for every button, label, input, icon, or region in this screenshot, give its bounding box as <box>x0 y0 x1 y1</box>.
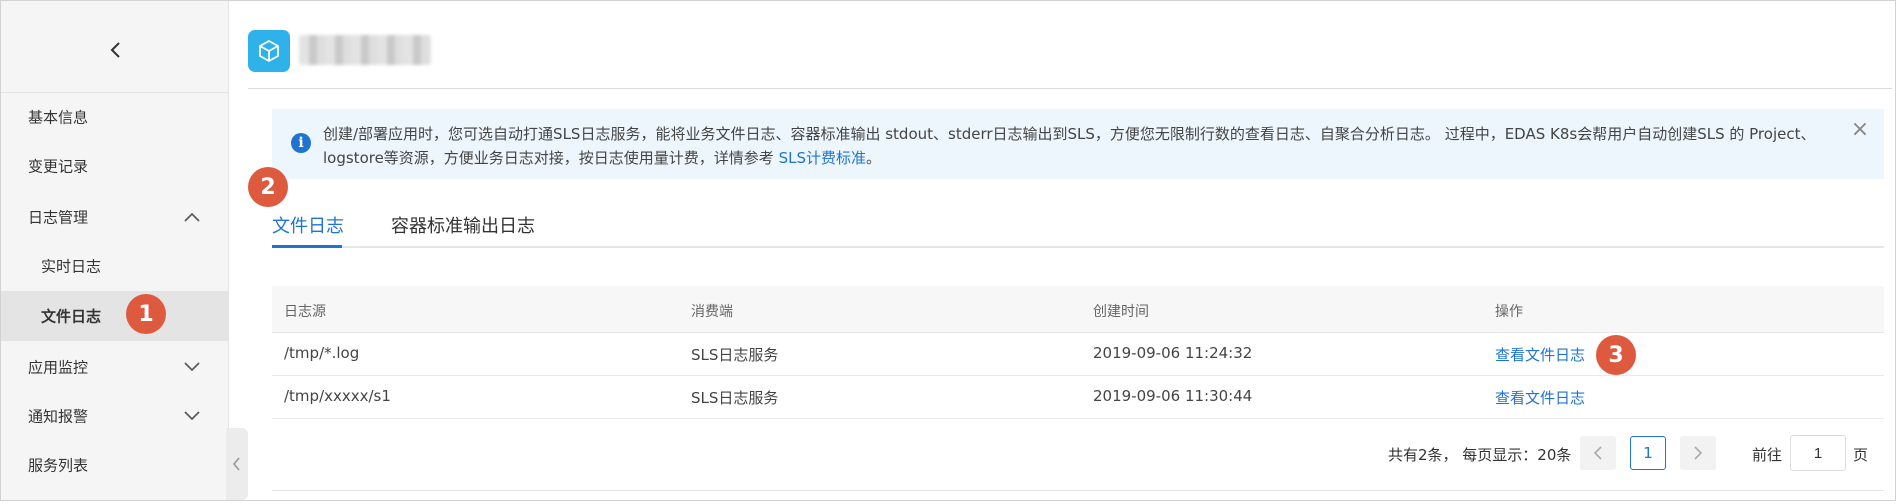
banner-text-body: 创建/部署应用时，您可选自动打通SLS日志服务，能将业务文件日志、容器标准输出 … <box>323 125 1816 167</box>
sidebar-item-label: 服务列表 <box>28 456 89 475</box>
tab-file-log[interactable]: 文件日志 <box>272 212 344 238</box>
sidebar-item-app-monitoring[interactable]: 应用监控 <box>1 342 228 392</box>
close-icon[interactable]: × <box>1850 119 1870 141</box>
sidebar-item-realtime-log[interactable]: 实时日志 <box>1 241 228 291</box>
callout-badge-3: 3 <box>1596 335 1636 375</box>
sidebar-item-label: 变更记录 <box>28 157 89 176</box>
info-icon: i <box>291 133 311 153</box>
chevron-left-icon <box>110 42 120 58</box>
sidebar-item-label: 实时日志 <box>41 257 102 276</box>
table-bottom-divider <box>272 490 1884 491</box>
cell-source: /tmp/*.log <box>284 344 360 362</box>
cell-source: /tmp/xxxxx/s1 <box>284 387 391 405</box>
sidebar-item-change-records[interactable]: 变更记录 <box>1 141 228 191</box>
app-name-redacted <box>299 35 431 65</box>
chevron-left-icon <box>232 457 240 471</box>
tab-bar-divider <box>272 246 1884 248</box>
prev-page-button[interactable] <box>1580 436 1616 470</box>
sidebar-item-file-log[interactable]: 文件日志 <box>1 291 228 341</box>
page-number-current[interactable]: 1 <box>1630 436 1666 470</box>
sidebar-item-label: 应用监控 <box>28 358 89 377</box>
column-header-created-time: 创建时间 <box>1093 304 1149 320</box>
table-header: 日志源 消费端 创建时间 操作 <box>272 286 1884 333</box>
chevron-down-icon <box>184 362 200 372</box>
view-file-log-link[interactable]: 查看文件日志 <box>1495 344 1585 365</box>
chevron-right-icon <box>1694 446 1703 460</box>
chevron-down-icon <box>184 411 200 421</box>
callout-badge-1: 1 <box>126 294 166 334</box>
sidebar-item-alerts[interactable]: 通知报警 <box>1 391 228 441</box>
sidebar-item-label: 日志管理 <box>28 208 89 227</box>
callout-badge-2: 2 <box>248 167 288 207</box>
cell-created-time: 2019-09-06 11:24:32 <box>1093 344 1253 362</box>
cell-consumer: SLS日志服务 <box>691 389 779 407</box>
cell-created-time: 2019-09-06 11:30:44 <box>1093 387 1253 405</box>
sidebar: 基本信息 变更记录 日志管理 实时日志 文件日志 应用监控 通知报警 服务列表 <box>1 1 229 500</box>
sidebar-item-service-list[interactable]: 服务列表 <box>1 440 228 490</box>
view-file-log-link[interactable]: 查看文件日志 <box>1495 387 1585 408</box>
table-row: /tmp/xxxxx/s1 SLS日志服务 2019-09-06 11:30:4… <box>272 376 1884 419</box>
info-banner: i 创建/部署应用时，您可选自动打通SLS日志服务，能将业务文件日志、容器标准输… <box>272 109 1884 179</box>
sidebar-item-label: 文件日志 <box>41 307 102 326</box>
sls-pricing-link[interactable]: SLS计费标准 <box>779 149 866 167</box>
sidebar-item-basic-info[interactable]: 基本信息 <box>1 92 228 142</box>
sidebar-item-log-management[interactable]: 日志管理 <box>1 192 228 242</box>
active-tab-indicator <box>272 245 342 248</box>
chevron-up-icon <box>184 212 200 222</box>
pagination-total: 共有2条， 每页显示：20条 <box>1388 446 1572 464</box>
banner-text: 创建/部署应用时，您可选自动打通SLS日志服务，能将业务文件日志、容器标准输出 … <box>323 122 1843 170</box>
back-button[interactable] <box>101 35 131 65</box>
chevron-left-icon <box>1593 446 1602 460</box>
header-divider <box>248 88 1892 89</box>
sidebar-collapse-toggle[interactable] <box>226 428 248 500</box>
goto-suffix: 页 <box>1853 446 1869 464</box>
column-header-source: 日志源 <box>284 304 326 320</box>
cell-consumer: SLS日志服务 <box>691 346 779 364</box>
cube-icon <box>259 39 279 63</box>
goto-page-input[interactable] <box>1790 435 1846 471</box>
column-header-consumer: 消费端 <box>691 304 733 320</box>
next-page-button[interactable] <box>1680 436 1716 470</box>
sidebar-item-label: 基本信息 <box>28 108 89 127</box>
window-frame <box>0 0 1896 501</box>
tab-container-stdout-log[interactable]: 容器标准输出日志 <box>391 212 535 238</box>
app-icon <box>248 30 290 72</box>
table-row: /tmp/*.log SLS日志服务 2019-09-06 11:24:32 查… <box>272 333 1884 376</box>
goto-label: 前往 <box>1752 446 1783 464</box>
banner-text-end: 。 <box>865 149 881 167</box>
column-header-actions: 操作 <box>1495 304 1523 320</box>
sidebar-item-label: 通知报警 <box>28 407 89 426</box>
